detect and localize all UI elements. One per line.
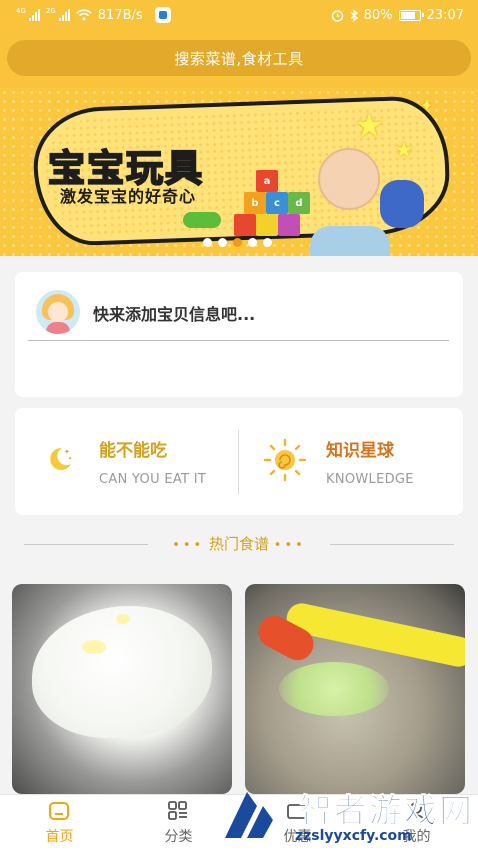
feature-card: ✦ ✦ 能不能吃 CAN YOU EAT IT 知识星球 KNOWLEDGE bbox=[15, 408, 463, 515]
pager-dot[interactable] bbox=[248, 238, 257, 247]
recipe-card[interactable] bbox=[245, 584, 465, 794]
recipe-photo-puree bbox=[32, 606, 212, 738]
toy-turtle bbox=[183, 212, 221, 228]
pager-dot[interactable] bbox=[218, 238, 227, 247]
search-placeholder: 搜索菜谱,食材工具 bbox=[174, 49, 304, 68]
puree-highlight bbox=[82, 640, 106, 654]
wifi-icon bbox=[76, 9, 92, 21]
nav-label: 首页 bbox=[45, 829, 74, 845]
section-title: 热门食谱 bbox=[208, 535, 269, 553]
app-notification-icon bbox=[154, 7, 171, 23]
feature-subtitle: KNOWLEDGE bbox=[326, 472, 414, 487]
signal-icon bbox=[28, 9, 40, 21]
dot-ornament: ••• bbox=[172, 538, 205, 553]
divider bbox=[330, 544, 454, 545]
svg-text:✦: ✦ bbox=[64, 448, 70, 456]
sparkle-icon: ★ bbox=[354, 106, 385, 146]
feature-title: 知识星球 bbox=[326, 441, 394, 461]
recipe-card[interactable] bbox=[12, 584, 232, 794]
recipe-photo-puree bbox=[279, 662, 389, 716]
baby-photo-body bbox=[310, 226, 390, 256]
puree-highlight bbox=[116, 614, 130, 624]
2g-tag: 2G bbox=[45, 7, 56, 15]
baby-info-card[interactable]: 快来添加宝贝信息吧... bbox=[15, 272, 463, 397]
watermark-logo-icon bbox=[225, 792, 273, 838]
battery-icon bbox=[398, 9, 424, 21]
divider bbox=[28, 340, 449, 341]
sparkle-icon-3: ✦ bbox=[420, 96, 434, 115]
feature-title: 能不能吃 bbox=[99, 441, 167, 461]
feature-knowledge[interactable]: 知识星球 KNOWLEDGE bbox=[239, 408, 463, 515]
feature-subtitle: CAN YOU EAT IT bbox=[99, 472, 207, 487]
search-input[interactable]: 搜索菜谱,食材工具 bbox=[7, 40, 471, 76]
home-icon bbox=[49, 802, 69, 820]
signal-icon-2 bbox=[58, 9, 70, 21]
toy-block bbox=[278, 214, 300, 236]
toy-block bbox=[234, 214, 256, 236]
pager-dot[interactable] bbox=[263, 238, 272, 247]
pager-dot-active[interactable] bbox=[233, 238, 242, 247]
nav-home[interactable]: 首页 bbox=[0, 795, 119, 850]
battery-percent: 80% bbox=[363, 7, 393, 23]
watermark-url: zzslyyxcfy.com bbox=[295, 828, 412, 844]
sparkle-icon-2: ★ bbox=[394, 138, 414, 163]
banner-subtitle: 激发宝宝的好奇心 bbox=[60, 187, 197, 206]
category-grid-icon bbox=[168, 801, 187, 820]
4g-tag: 4G bbox=[16, 7, 26, 15]
watermark: 智者游戏网 zzslyyxcfy.com bbox=[205, 780, 478, 850]
add-baby-prompt[interactable]: 快来添加宝贝信息吧... bbox=[93, 301, 255, 325]
network-speed: 817B/s bbox=[97, 7, 143, 23]
banner-pager[interactable] bbox=[203, 238, 272, 247]
letter-block: c bbox=[266, 192, 288, 214]
letter-block: b bbox=[244, 192, 266, 214]
baby-avatar bbox=[36, 290, 80, 334]
moon-stars-icon: ✦ ✦ bbox=[50, 447, 72, 470]
svg-text:✦: ✦ bbox=[68, 456, 72, 462]
bluetooth-icon bbox=[350, 8, 358, 22]
watermark-title: 智者游戏网 bbox=[299, 791, 474, 831]
toy-elephant bbox=[380, 180, 424, 228]
status-bar: 4G 2G 817B/s 80% 23:07 bbox=[0, 0, 478, 30]
dot-ornament: ••• bbox=[273, 538, 306, 553]
alarm-icon bbox=[331, 9, 343, 22]
hot-recipes-header: ••• 热门食谱 ••• bbox=[0, 533, 478, 555]
sun-icon bbox=[263, 438, 307, 482]
pager-dot[interactable] bbox=[203, 238, 212, 247]
clock: 23:07 bbox=[426, 7, 464, 23]
letter-block: a bbox=[256, 170, 278, 192]
promo-banner[interactable]: 宝宝玩具 激发宝宝的好奇心 ★ ★ ✦ a b c d bbox=[0, 88, 478, 256]
feature-can-you-eat-it[interactable]: ✦ ✦ 能不能吃 CAN YOU EAT IT bbox=[15, 408, 238, 515]
baby-photo bbox=[318, 148, 380, 210]
letter-block: d bbox=[288, 192, 310, 214]
toy-block bbox=[256, 214, 278, 236]
header: 搜索菜谱,食材工具 bbox=[0, 30, 478, 88]
